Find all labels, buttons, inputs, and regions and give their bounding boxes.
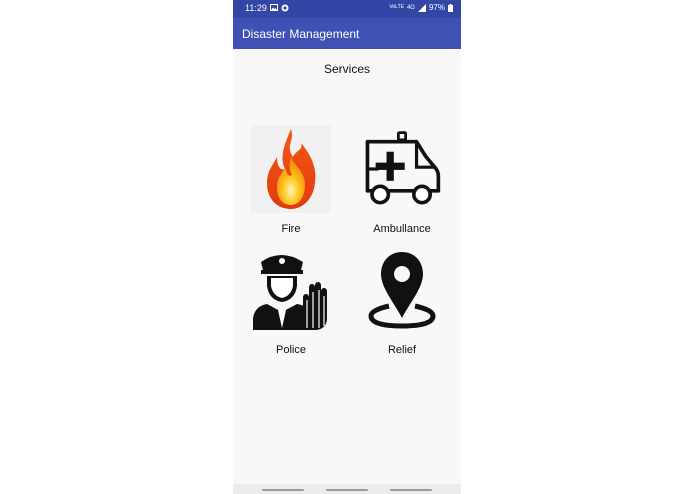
phone-screen: 11:29 VoLTE 4G 97% Disaster Management S… (233, 0, 461, 494)
signal-icon (417, 3, 426, 12)
battery-icon (448, 3, 453, 12)
ambulance-icon (362, 125, 442, 213)
app-bar: Disaster Management (233, 18, 461, 49)
status-right: VoLTE 4G 97% (389, 3, 453, 12)
nav-recent-button[interactable] (262, 489, 304, 491)
ambulance-service-button[interactable]: Ambullance (352, 125, 452, 243)
nav-back-button[interactable] (390, 489, 432, 491)
network-type: 4G (406, 4, 415, 11)
navigation-bar (233, 484, 461, 494)
fire-icon (251, 125, 331, 213)
police-service-button[interactable]: Police (241, 246, 341, 364)
location-pin-icon (362, 246, 442, 334)
app-title: Disaster Management (242, 27, 360, 41)
nav-home-button[interactable] (326, 489, 368, 491)
status-time: 11:29 (245, 3, 267, 13)
volte-icon: VoLTE (389, 4, 404, 10)
battery-percent: 97% (428, 3, 445, 12)
relief-label: Relief (387, 344, 417, 356)
whatsapp-icon (281, 4, 289, 12)
fire-service-button[interactable]: Fire (241, 125, 341, 243)
status-bar: 11:29 VoLTE 4G 97% (233, 0, 461, 18)
services-title: Services (323, 62, 370, 76)
police-label: Police (276, 344, 306, 356)
fire-label: Fire (281, 223, 301, 235)
relief-service-button[interactable]: Relief (352, 246, 452, 364)
ambulance-label: Ambullance (373, 223, 431, 235)
police-icon (251, 246, 331, 334)
image-icon (270, 4, 278, 11)
notification-icons (270, 4, 289, 12)
